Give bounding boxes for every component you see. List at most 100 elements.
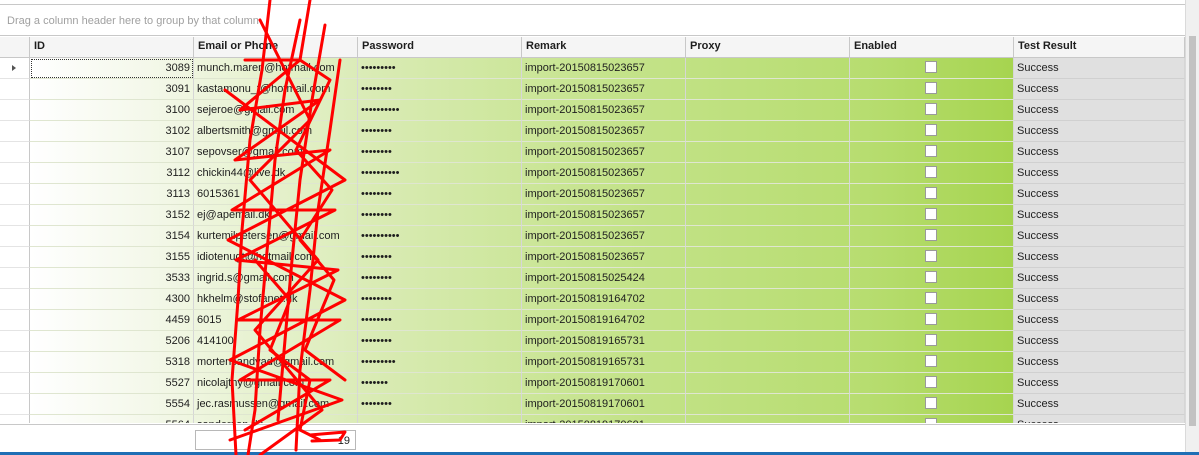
- row-indicator[interactable]: [0, 205, 30, 226]
- table-row[interactable]: 5554 jec.rasmussen@gmail.com •••••••• impor…: [0, 394, 1185, 415]
- cell-id[interactable]: 5564: [30, 415, 194, 423]
- cell-proxy[interactable]: [686, 415, 850, 423]
- enabled-checkbox[interactable]: [925, 229, 937, 241]
- cell-test-result[interactable]: Success: [1014, 310, 1185, 331]
- cell-proxy[interactable]: [686, 247, 850, 268]
- cell-email[interactable]: sejeroe@gmail.com: [194, 100, 358, 121]
- enabled-checkbox[interactable]: [925, 166, 937, 178]
- row-indicator[interactable]: [0, 79, 30, 100]
- row-indicator[interactable]: [0, 163, 30, 184]
- row-indicator[interactable]: [0, 331, 30, 352]
- enabled-checkbox[interactable]: [925, 61, 937, 73]
- cell-password[interactable]: ••••••••: [358, 205, 522, 226]
- cell-remark[interactable]: import-20150819170601: [522, 415, 686, 423]
- vertical-scrollbar[interactable]: [1185, 0, 1199, 455]
- cell-proxy[interactable]: [686, 205, 850, 226]
- cell-password[interactable]: ••••••••: [358, 394, 522, 415]
- cell-remark[interactable]: import-20150815023657: [522, 205, 686, 226]
- cell-id[interactable]: 3113: [30, 184, 194, 205]
- cell-password[interactable]: ••••••••: [358, 268, 522, 289]
- enabled-checkbox[interactable]: [925, 376, 937, 388]
- cell-remark[interactable]: import-20150815023657: [522, 226, 686, 247]
- cell-email[interactable]: jec.rasmussen@gmail.com: [194, 394, 358, 415]
- cell-remark[interactable]: import-20150815023657: [522, 142, 686, 163]
- cell-id[interactable]: 3112: [30, 163, 194, 184]
- cell-test-result[interactable]: Success: [1014, 352, 1185, 373]
- cell-remark[interactable]: import-20150819165731: [522, 352, 686, 373]
- cell-email[interactable]: kurtemilpetersen@gmail.com: [194, 226, 358, 247]
- cell-email[interactable]: hkhelm@stofanet.dk: [194, 289, 358, 310]
- cell-email[interactable]: mortensandvad@gmail.com: [194, 352, 358, 373]
- cell-password[interactable]: ••••••••: [358, 142, 522, 163]
- cell-id[interactable]: 5206: [30, 331, 194, 352]
- enabled-checkbox[interactable]: [925, 187, 937, 199]
- table-row[interactable]: 3100 sejeroe@gmail.com •••••••••• import-20…: [0, 100, 1185, 121]
- column-header-proxy[interactable]: Proxy: [686, 37, 850, 58]
- row-indicator[interactable]: [0, 184, 30, 205]
- cell-proxy[interactable]: [686, 394, 850, 415]
- cell-test-result[interactable]: Success: [1014, 247, 1185, 268]
- cell-remark[interactable]: import-20150815025424: [522, 268, 686, 289]
- cell-proxy[interactable]: [686, 163, 850, 184]
- cell-proxy[interactable]: [686, 289, 850, 310]
- row-indicator[interactable]: [0, 100, 30, 121]
- row-indicator[interactable]: [0, 142, 30, 163]
- cell-email[interactable]: ingrid.s@gmail.com: [194, 268, 358, 289]
- cell-id[interactable]: 3154: [30, 226, 194, 247]
- cell-proxy[interactable]: [686, 142, 850, 163]
- cell-password[interactable]: ••••••••••: [358, 163, 522, 184]
- table-row[interactable]: 3089 munch.maren@hotmail.com ••••••••• impo…: [0, 58, 1185, 79]
- cell-test-result[interactable]: Success: [1014, 184, 1185, 205]
- cell-remark[interactable]: import-20150815023657: [522, 121, 686, 142]
- column-header-email[interactable]: Email or Phone: [194, 37, 358, 58]
- cell-remark[interactable]: import-20150815023657: [522, 247, 686, 268]
- cell-remark[interactable]: import-20150815023657: [522, 58, 686, 79]
- cell-remark[interactable]: import-20150815023657: [522, 163, 686, 184]
- enabled-checkbox[interactable]: [925, 313, 937, 325]
- cell-id[interactable]: 4300: [30, 289, 194, 310]
- enabled-checkbox[interactable]: [925, 271, 937, 283]
- column-header-id[interactable]: ID: [30, 37, 194, 58]
- table-row[interactable]: 4459 6015 •••••••• import-20150819164702 Suc…: [0, 310, 1185, 331]
- cell-proxy[interactable]: [686, 100, 850, 121]
- row-indicator[interactable]: [0, 268, 30, 289]
- row-indicator[interactable]: [0, 394, 30, 415]
- enabled-checkbox[interactable]: [925, 418, 937, 423]
- enabled-checkbox[interactable]: [925, 397, 937, 409]
- table-row[interactable]: 5318 mortensandvad@gmail.com ••••••••• impo…: [0, 352, 1185, 373]
- enabled-checkbox[interactable]: [925, 334, 937, 346]
- table-row[interactable]: 5527 nicolajthy@gmail.com ••••••• import-20…: [0, 373, 1185, 394]
- cell-remark[interactable]: import-20150819164702: [522, 310, 686, 331]
- table-row[interactable]: 4300 hkhelm@stofanet.dk •••••••• import-201…: [0, 289, 1185, 310]
- cell-test-result[interactable]: Success: [1014, 394, 1185, 415]
- enabled-checkbox[interactable]: [925, 82, 937, 94]
- cell-id[interactable]: 5318: [30, 352, 194, 373]
- enabled-checkbox[interactable]: [925, 250, 937, 262]
- column-header-enabled[interactable]: Enabled: [850, 37, 1014, 58]
- cell-remark[interactable]: import-20150815023657: [522, 184, 686, 205]
- cell-test-result[interactable]: Success: [1014, 226, 1185, 247]
- cell-password[interactable]: ••••••••: [358, 184, 522, 205]
- cell-password[interactable]: ••••••••: [358, 331, 522, 352]
- cell-password[interactable]: ••••••••: [358, 121, 522, 142]
- cell-id[interactable]: 3100: [30, 100, 194, 121]
- cell-email[interactable]: munch.maren@hotmail.com: [194, 58, 358, 79]
- enabled-checkbox[interactable]: [925, 124, 937, 136]
- row-indicator[interactable]: [0, 352, 30, 373]
- cell-password[interactable]: ••••••••: [358, 289, 522, 310]
- cell-proxy[interactable]: [686, 226, 850, 247]
- cell-password[interactable]: •••••••: [358, 373, 522, 394]
- cell-id[interactable]: 3107: [30, 142, 194, 163]
- cell-id[interactable]: 5554: [30, 394, 194, 415]
- table-row[interactable]: 3107 sepovser@gmail.com •••••••• import-201…: [0, 142, 1185, 163]
- table-row[interactable]: 3112 chickin44@live.dk •••••••••• import-20…: [0, 163, 1185, 184]
- cell-test-result[interactable]: Success: [1014, 121, 1185, 142]
- enabled-checkbox[interactable]: [925, 208, 937, 220]
- cell-remark[interactable]: import-20150819170601: [522, 373, 686, 394]
- cell-email[interactable]: 414100: [194, 331, 358, 352]
- table-row[interactable]: 3102 albertsmith@gmail.com •••••••• import-…: [0, 121, 1185, 142]
- cell-email[interactable]: chickin44@live.dk: [194, 163, 358, 184]
- cell-id[interactable]: 3091: [30, 79, 194, 100]
- cell-email[interactable]: 6015361: [194, 184, 358, 205]
- cell-email[interactable]: idiotenugt@hotmail.com: [194, 247, 358, 268]
